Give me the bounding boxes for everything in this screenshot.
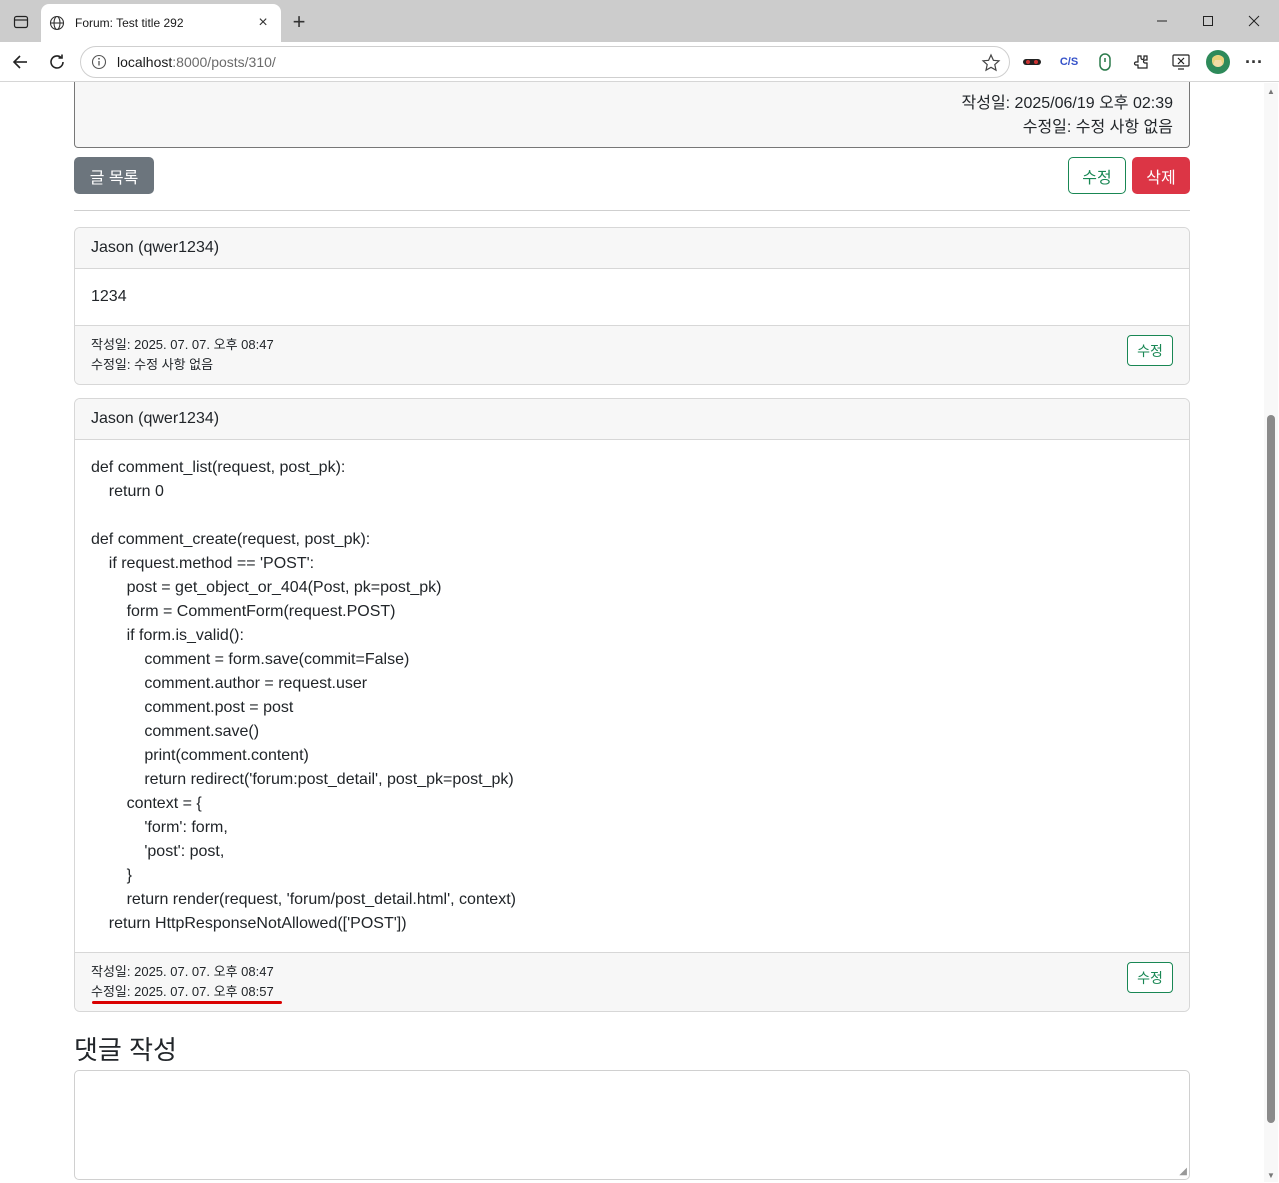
edit-comment-button[interactable]: 수정 <box>1127 335 1173 366</box>
avatar[interactable] <box>1206 50 1230 74</box>
browser-tab[interactable]: Forum: Test title 292 × <box>41 4 281 42</box>
comment-footer: 작성일: 2025. 07. 07. 오후 08:47 수정일: 2025. 0… <box>75 952 1189 1011</box>
star-icon[interactable] <box>981 53 1001 73</box>
comment-card: Jason (qwer1234) 1234 작성일: 2025. 07. 07.… <box>74 227 1190 385</box>
title-bar: Forum: Test title 292 × + <box>0 0 1279 42</box>
extension-icon[interactable] <box>1093 50 1117 74</box>
comment-line: comment = form.save(commit=False) <box>91 651 410 668</box>
back-icon[interactable] <box>6 48 34 76</box>
comment-line: comment.post = post <box>91 699 294 716</box>
minimize-icon[interactable] <box>1142 6 1182 36</box>
comment-body: def comment_list(request, post_pk): retu… <box>75 440 1189 952</box>
comment-modified: 수정일: 2025. 07. 07. 오후 08:57 <box>91 984 274 999</box>
post-created: 작성일: 2025/06/19 오후 02:39 <box>961 95 1174 112</box>
edit-comment-button[interactable]: 수정 <box>1127 962 1173 993</box>
comment-line: context = { <box>91 795 202 812</box>
plus-icon[interactable]: + <box>287 9 311 34</box>
comment-line: } <box>91 867 132 884</box>
comment-line: 1234 <box>91 288 127 305</box>
address-bar[interactable]: localhost:8000/posts/310/ <box>80 46 1010 78</box>
extension-icon[interactable] <box>1169 50 1193 74</box>
comment-line: def comment_create(request, post_pk): <box>91 531 371 548</box>
comment-line: print(comment.content) <box>91 747 309 764</box>
comment-footer: 작성일: 2025. 07. 07. 오후 08:47 수정일: 수정 사항 없… <box>75 325 1189 384</box>
reload-icon[interactable] <box>43 48 71 76</box>
red-underline-annotation <box>92 1001 282 1004</box>
comment-line: 'form': form, <box>91 819 228 836</box>
comment-line: form = CommentForm(request.POST) <box>91 603 396 620</box>
comment-author: Jason (qwer1234) <box>75 228 1189 269</box>
comment-textarea[interactable]: ◢ <box>74 1070 1190 1180</box>
scroll-down-arrow[interactable]: ▼ <box>1267 1171 1275 1180</box>
comment-line: comment.save() <box>91 723 260 740</box>
edit-post-button[interactable]: 수정 <box>1068 157 1126 194</box>
comment-card: Jason (qwer1234) def comment_list(reques… <box>74 398 1190 1012</box>
scroll-thumb[interactable] <box>1267 415 1275 1123</box>
info-icon[interactable] <box>91 54 107 70</box>
maximize-icon[interactable] <box>1188 6 1228 36</box>
comment-line: 'post': post, <box>91 843 225 860</box>
extension-icon[interactable] <box>1129 50 1153 74</box>
divider <box>74 210 1190 211</box>
comment-author: Jason (qwer1234) <box>75 399 1189 440</box>
delete-post-button[interactable]: 삭제 <box>1132 157 1190 194</box>
browser-toolbar: localhost:8000/posts/310/ C/S ··· <box>0 42 1279 82</box>
comment-line: post = get_object_or_404(Post, pk=post_p… <box>91 579 442 596</box>
resize-handle-icon[interactable]: ◢ <box>1179 1166 1187 1177</box>
post-meta: 작성일: 2025/06/19 오후 02:39 수정일: 수정 사항 없음 <box>962 92 1174 140</box>
comment-line: return HttpResponseNotAllowed(['POST']) <box>91 915 407 932</box>
globe-icon <box>49 15 65 31</box>
post-modified: 수정일: 수정 사항 없음 <box>1022 119 1173 136</box>
comment-line: comment.author = request.user <box>91 675 368 692</box>
comment-body: 1234 <box>75 269 1189 325</box>
more-icon[interactable]: ··· <box>1242 50 1266 74</box>
close-icon[interactable]: × <box>255 14 271 31</box>
comment-line: if request.method == 'POST': <box>91 555 315 572</box>
comment-line <box>91 504 1173 528</box>
comment-line: def comment_list(request, post_pk): <box>91 459 346 476</box>
url-text: localhost:8000/posts/310/ <box>117 54 276 70</box>
comment-line: return render(request, 'forum/post_detai… <box>91 891 516 908</box>
tab-title: Forum: Test title 292 <box>75 16 184 30</box>
post-card: 작성일: 2025/06/19 오후 02:39 수정일: 수정 사항 없음 <box>74 82 1190 148</box>
comment-created: 작성일: 2025. 07. 07. 오후 08:47 <box>91 337 274 352</box>
tab-actions-icon[interactable] <box>8 10 34 34</box>
extension-icon[interactable] <box>1020 50 1044 74</box>
comment-line: if form.is_valid(): <box>91 627 244 644</box>
comment-form-title: 댓글 작성 <box>74 1035 177 1065</box>
window-close-icon[interactable] <box>1234 6 1274 36</box>
comment-created: 작성일: 2025. 07. 07. 오후 08:47 <box>91 964 274 979</box>
list-button[interactable]: 글 목록 <box>74 157 154 194</box>
scroll-up-arrow[interactable]: ▲ <box>1267 87 1275 96</box>
page-scrollbar[interactable]: ▲ ▼ <box>1264 83 1278 1182</box>
extension-icon[interactable]: C/S <box>1057 50 1081 74</box>
comment-line: return 0 <box>91 483 164 500</box>
comment-line: return redirect('forum:post_detail', pos… <box>91 771 514 788</box>
comment-modified: 수정일: 수정 사항 없음 <box>91 357 214 372</box>
